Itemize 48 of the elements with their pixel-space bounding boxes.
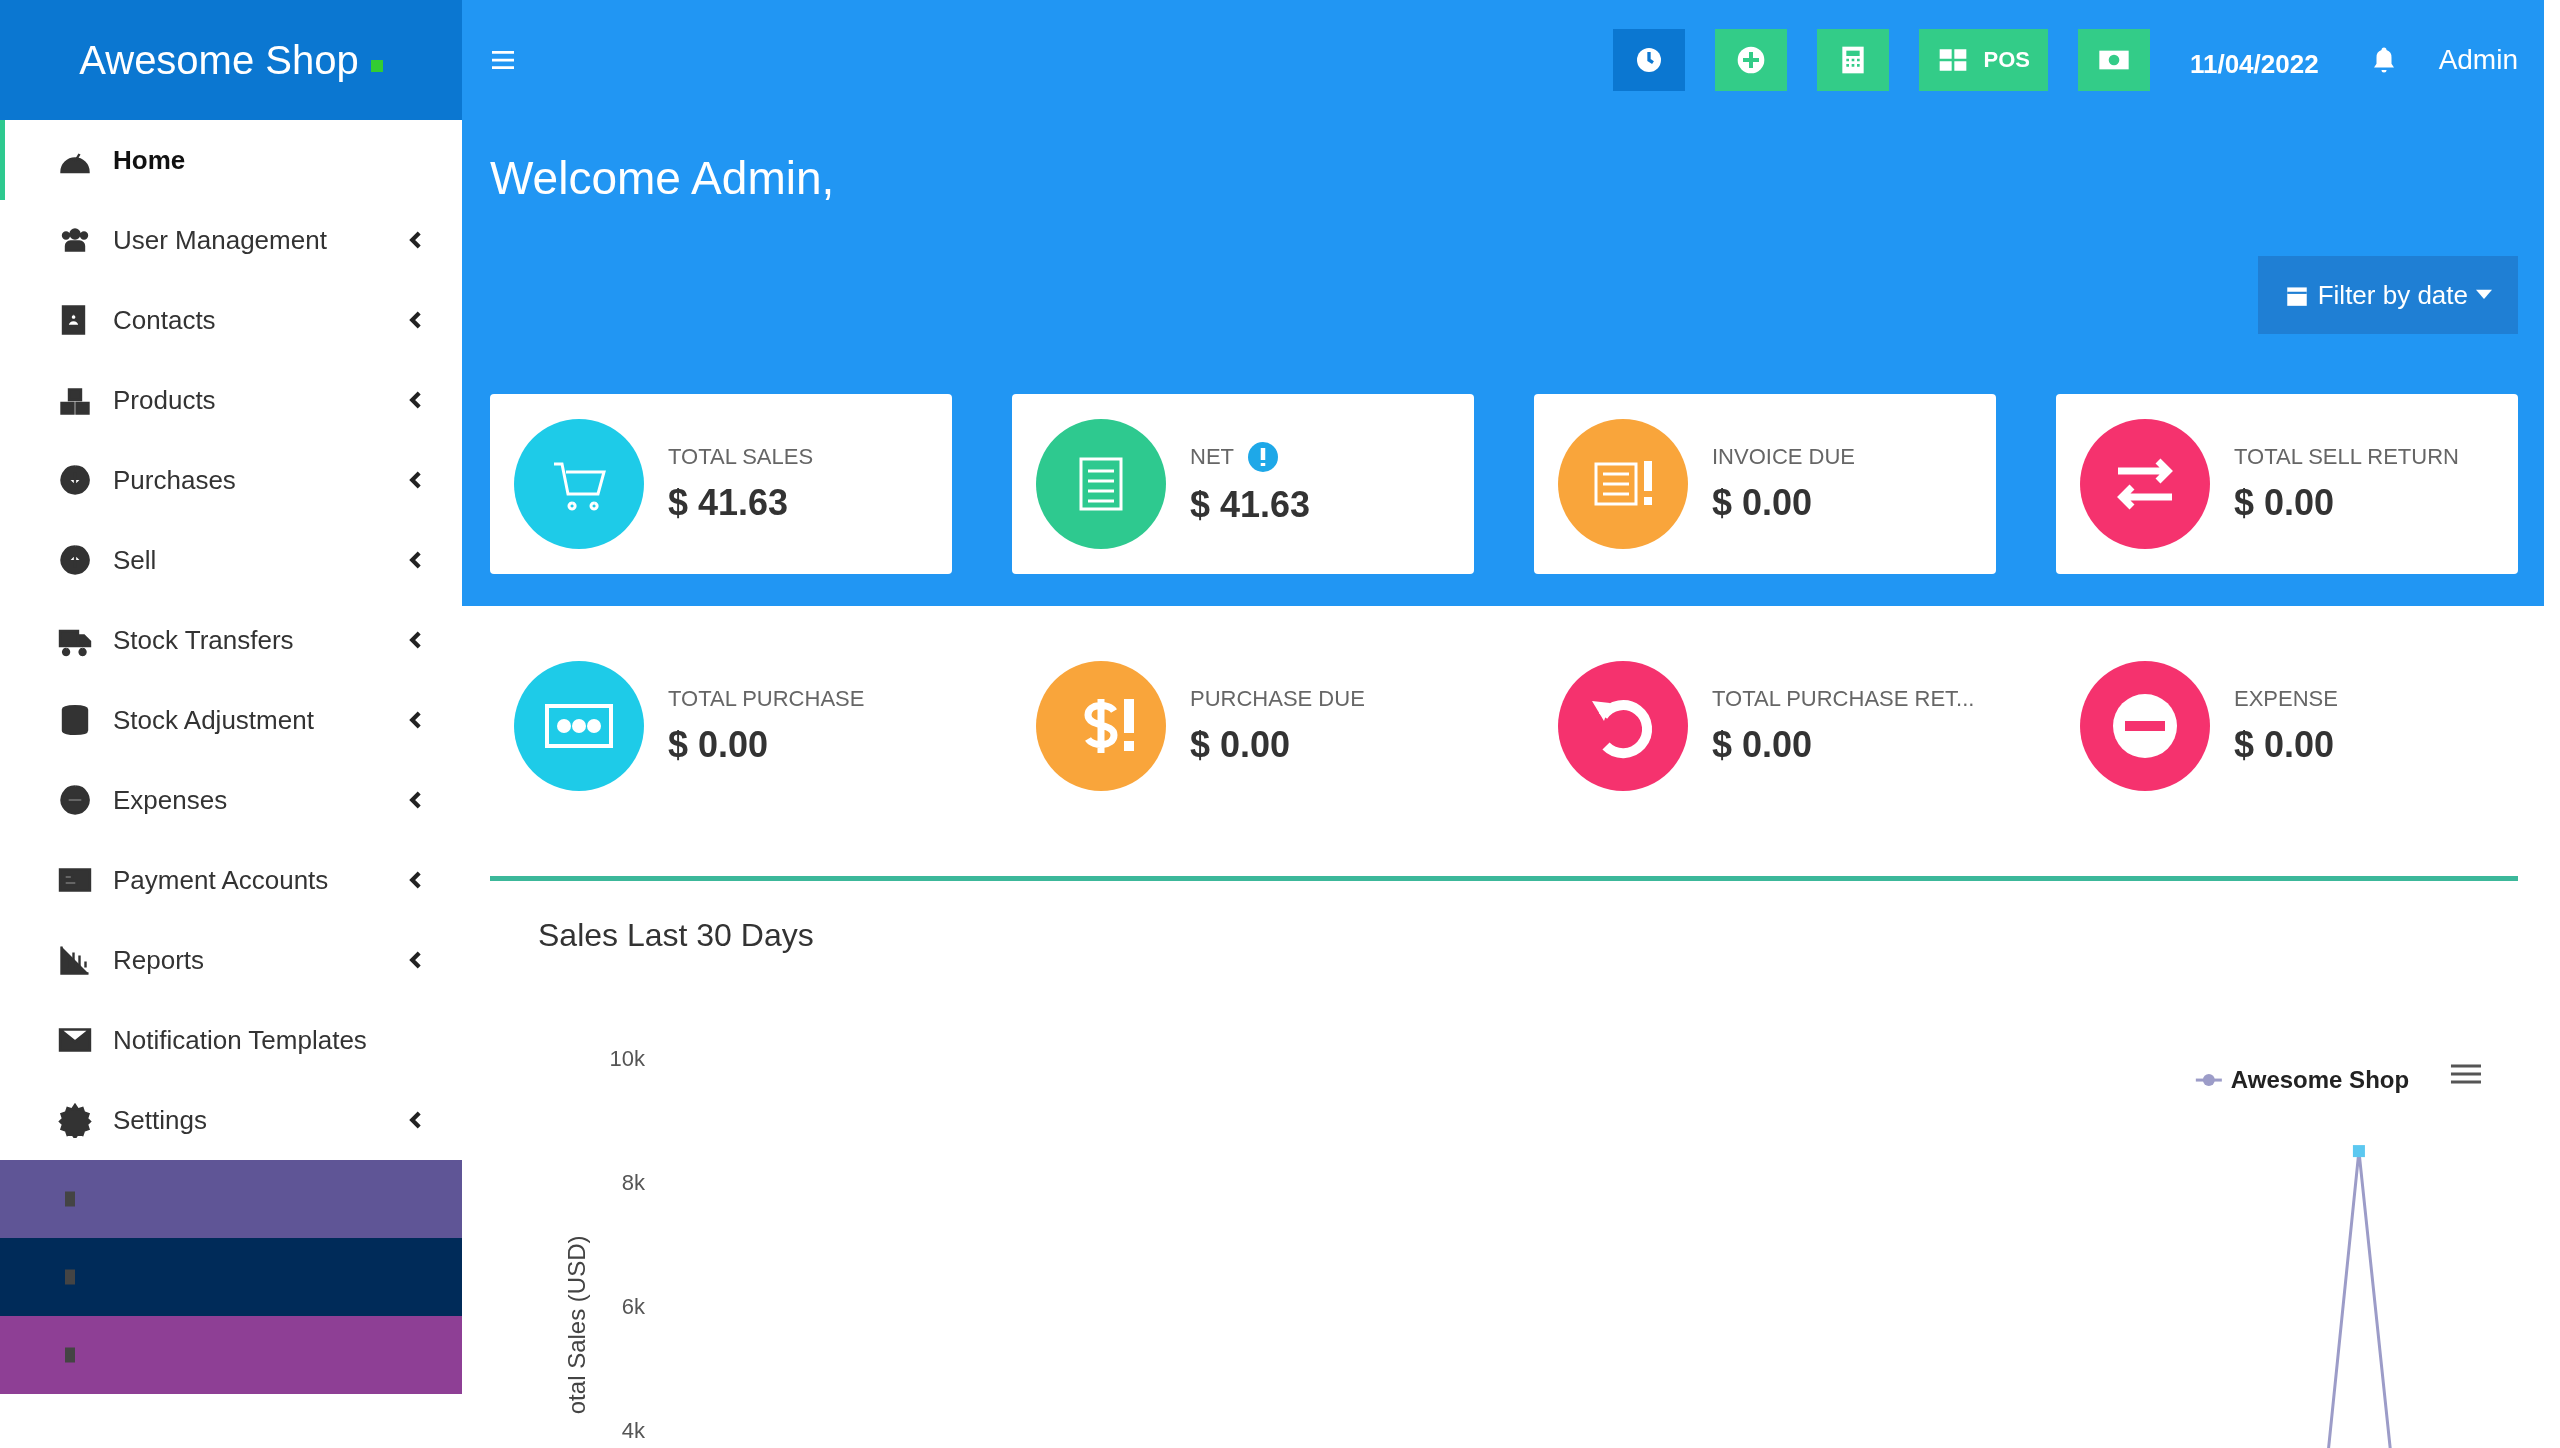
sidebar-item[interactable]: Settings [0, 1080, 462, 1160]
legend-marker-icon [2195, 1074, 2222, 1087]
menu-icon[interactable] [2449, 1064, 2483, 1084]
axis-tick-label: 6k [621, 1294, 646, 1320]
brand-name[interactable]: Awesome Shop [79, 37, 359, 83]
stat-label: TOTAL SALES [668, 444, 814, 470]
stat-value: $ 0.00 [668, 724, 770, 766]
sidebar-item[interactable]: Stock Transfers [0, 600, 462, 680]
stat-value: $ 0.00 [1190, 724, 1292, 766]
panel-title: Sales Last 30 Days [537, 916, 815, 954]
axis-title: otal Sales (USD) [563, 1235, 591, 1415]
info-icon[interactable] [1248, 442, 1278, 472]
stat-value: $ 0.00 [1712, 482, 1814, 524]
stat-label: TOTAL PURCHASE [668, 686, 865, 712]
welcome-heading: Welcome Admin, [490, 151, 836, 206]
date-label: 11/04/2022 [2189, 47, 2319, 80]
sidebar-item[interactable]: Sell [0, 520, 462, 600]
stat-value: $ 0.00 [1712, 724, 1814, 766]
stat-value: $ 0.00 [2234, 724, 2336, 766]
toolbar-button[interactable] [2077, 29, 2150, 91]
filter-button[interactable]: Filter by date [2257, 256, 2518, 334]
sidebar-item[interactable]: Contacts [0, 280, 462, 360]
sidebar-item[interactable]: Reports [0, 920, 462, 1000]
toolbar-button[interactable] [1817, 29, 1890, 91]
stat-label: TOTAL SELL RETURN [2234, 444, 2459, 470]
sidebar-item[interactable]: Notification Templates [0, 1000, 462, 1080]
caret-icon [2476, 289, 2492, 301]
stat-label: INVOICE DUE [1712, 444, 1856, 470]
stat-label: TOTAL PURCHASE RET... [1712, 686, 1975, 712]
stat-value: $ 0.00 [2234, 482, 2336, 524]
sidebar-item[interactable]: Products [0, 360, 462, 440]
stat-value: $ 41.63 [668, 482, 790, 524]
sidebar-item[interactable]: User Management [0, 200, 462, 280]
stat-label: NET [1190, 444, 1234, 470]
toolbar-button[interactable] [1613, 29, 1686, 91]
stat-label: EXPENSE [2234, 686, 2338, 712]
sidebar-item[interactable]: Purchases [0, 440, 462, 520]
axis-tick-label: 4k [621, 1418, 646, 1444]
legend-label[interactable]: Awesome Shop [2230, 1066, 2410, 1094]
toolbar-button[interactable] [1715, 29, 1788, 91]
data-point[interactable] [2352, 1145, 2365, 1158]
axis-tick-label: 10k [609, 1046, 646, 1072]
stat-label: PURCHASE DUE [1190, 686, 1365, 712]
sidebar-item[interactable]: Stock Adjustment [0, 680, 462, 760]
axis-tick-label: 8k [621, 1170, 646, 1196]
sidebar-item[interactable]: Payment Accounts [0, 840, 462, 920]
stat-value: $ 41.63 [1190, 484, 1311, 526]
sidebar-item[interactable]: Expenses [0, 760, 462, 840]
